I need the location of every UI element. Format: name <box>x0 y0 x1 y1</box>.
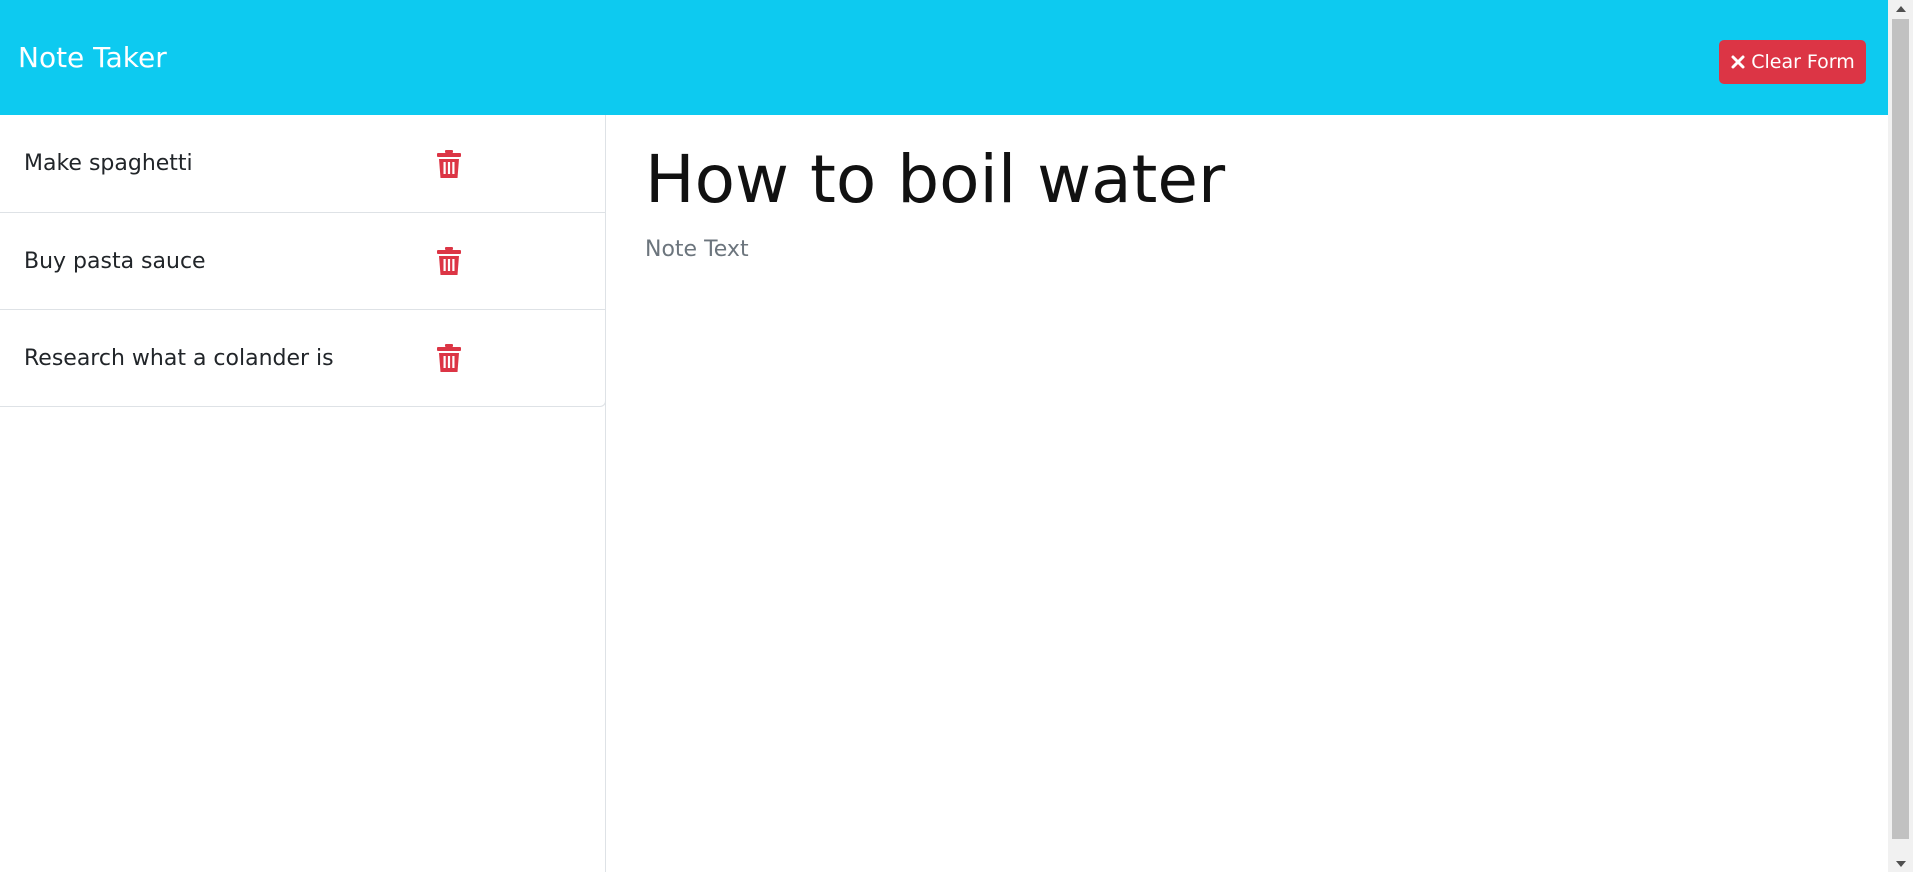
x-icon <box>1730 54 1746 70</box>
note-title: Research what a colander is <box>24 345 334 371</box>
navbar: Note Taker Clear Form <box>0 0 1888 115</box>
trash-icon[interactable] <box>437 247 461 275</box>
scroll-down-icon[interactable] <box>1888 855 1913 872</box>
note-text-input[interactable] <box>645 237 1845 837</box>
vertical-scrollbar[interactable] <box>1888 0 1913 872</box>
app-window: Note Taker Clear Form Make spaghetti Buy… <box>0 0 1888 872</box>
note-list: Make spaghetti Buy pasta sauce Research … <box>0 115 606 407</box>
note-title: Make spaghetti <box>24 151 193 176</box>
note-title: Buy pasta sauce <box>24 248 206 274</box>
trash-icon[interactable] <box>437 149 461 178</box>
list-item[interactable]: Research what a colander is <box>0 309 605 406</box>
clear-form-button[interactable]: Clear Form <box>1719 40 1866 84</box>
trash-icon[interactable] <box>437 344 461 372</box>
note-title-input[interactable] <box>645 135 1845 223</box>
notes-sidebar: Make spaghetti Buy pasta sauce Research … <box>0 115 606 872</box>
clear-form-label: Clear Form <box>1751 51 1855 73</box>
scroll-up-icon[interactable] <box>1888 0 1913 17</box>
scroll-thumb[interactable] <box>1892 19 1909 839</box>
list-item[interactable]: Make spaghetti <box>0 115 605 212</box>
list-item[interactable]: Buy pasta sauce <box>0 212 605 309</box>
note-editor <box>607 115 1888 872</box>
app-title: Note Taker <box>18 41 167 74</box>
